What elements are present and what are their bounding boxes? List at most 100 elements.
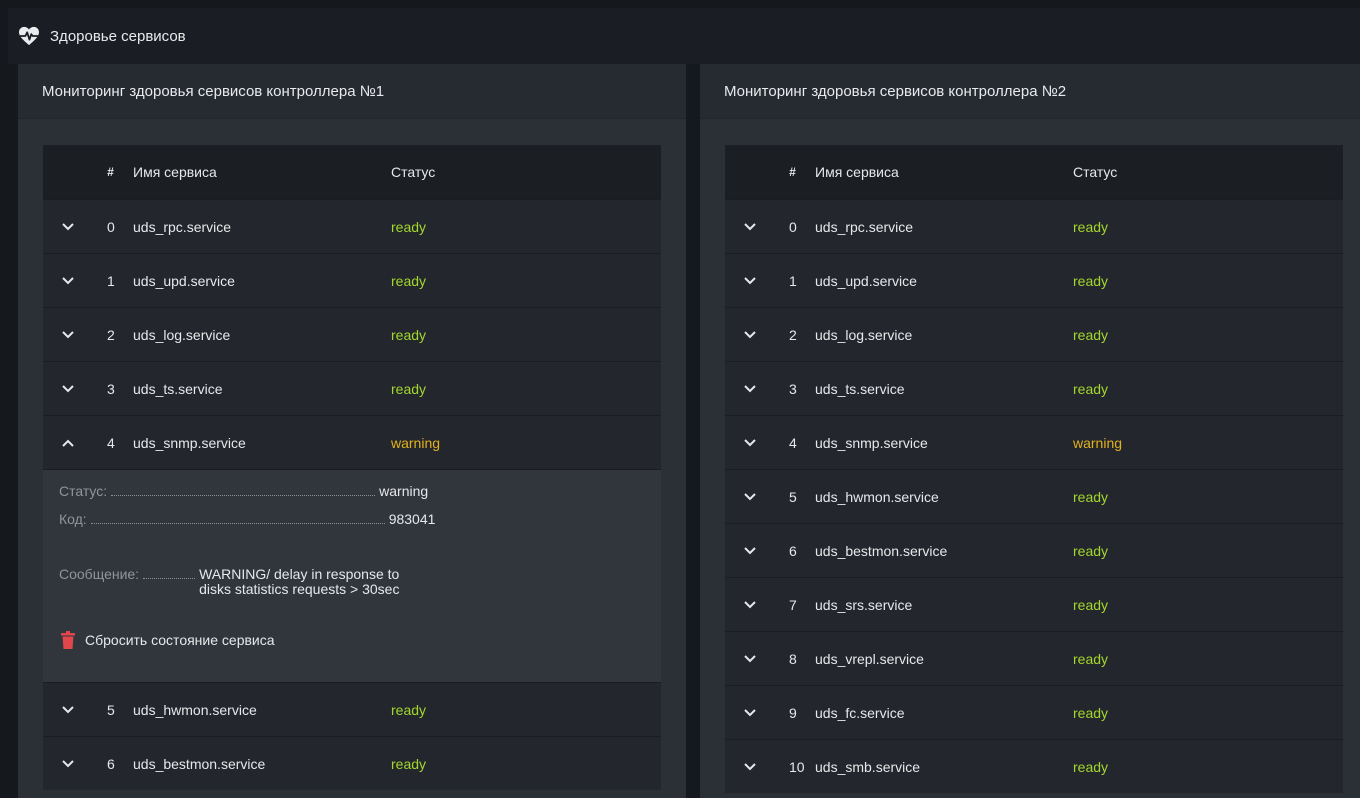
chevron-down-icon[interactable] <box>725 384 775 393</box>
chevron-down-icon[interactable] <box>725 276 775 285</box>
row-status: ready <box>1073 542 1109 559</box>
row-status: ready <box>391 218 427 235</box>
row-service-name: uds_bestmon.service <box>815 542 948 559</box>
column-header-name: Имя сервиса <box>133 164 217 180</box>
table-row[interactable]: 7 uds_srs.service ready <box>725 577 1343 631</box>
trash-icon <box>61 631 75 649</box>
controller-2-panel: Мониторинг здоровья сервисов контроллера… <box>700 64 1360 798</box>
row-number: 4 <box>789 434 797 451</box>
chevron-down-icon[interactable] <box>725 708 775 717</box>
column-header-status: Статус <box>391 164 436 180</box>
page-title: Здоровье сервисов <box>50 27 186 45</box>
chevron-down-icon[interactable] <box>725 438 775 447</box>
row-number: 2 <box>789 326 797 343</box>
top-bar: Здоровье сервисов <box>8 8 1360 64</box>
table-row[interactable]: 4 uds_snmp.service warning <box>725 415 1343 469</box>
chevron-down-icon[interactable] <box>725 492 775 501</box>
chevron-down-icon[interactable] <box>725 654 775 663</box>
row-service-name: uds_upd.service <box>815 272 917 289</box>
row-service-name: uds_log.service <box>815 326 913 343</box>
chevron-down-icon[interactable] <box>725 600 775 609</box>
chevron-down-icon[interactable] <box>43 384 93 393</box>
row-service-name: uds_smb.service <box>815 758 921 775</box>
row-service-name: uds_rpc.service <box>815 218 914 235</box>
app-root: Здоровье сервисов Мониторинг здоровья се… <box>0 0 1360 798</box>
reset-service-label: Сбросить состояние сервиса <box>85 632 275 648</box>
chevron-down-icon[interactable] <box>43 759 93 768</box>
table-row[interactable]: 10 uds_smb.service ready <box>725 739 1343 793</box>
table-row[interactable]: 0 uds_rpc.service ready <box>43 199 661 253</box>
table-row[interactable]: 8 uds_vrepl.service ready <box>725 631 1343 685</box>
services-table: # Имя сервиса Статус 0 uds_rpc.service rea… <box>43 145 661 790</box>
row-status: warning <box>1073 434 1123 451</box>
row-number: 5 <box>107 701 115 718</box>
table-row[interactable]: 3 uds_ts.service ready <box>725 361 1343 415</box>
row-service-name: uds_hwmon.service <box>133 701 257 718</box>
row-service-name: uds_log.service <box>133 326 231 343</box>
detail-message-value: WARNING/ delay in response to disks stat… <box>199 566 400 597</box>
row-number: 0 <box>789 218 797 235</box>
chevron-down-icon[interactable] <box>43 222 93 231</box>
table-row[interactable]: 3 uds_ts.service ready <box>43 361 661 415</box>
reset-service-button[interactable]: Сбросить состояние сервиса <box>61 631 275 649</box>
table-row[interactable]: 9 uds_fc.service ready <box>725 685 1343 739</box>
row-status: ready <box>391 755 427 772</box>
row-number: 2 <box>107 326 115 343</box>
row-number: 1 <box>107 272 115 289</box>
detail-status-value: warning <box>379 483 429 499</box>
table-row[interactable]: 0 uds_rpc.service ready <box>725 199 1343 253</box>
table-header: # Имя сервиса Статус <box>43 145 661 199</box>
heart-pulse-icon <box>19 26 39 46</box>
detail-status-label: Статус: <box>59 483 108 499</box>
row-number: 6 <box>789 542 797 559</box>
panel-title: Мониторинг здоровья сервисов контроллера… <box>700 64 1360 119</box>
rows-group: 0 uds_rpc.service ready 1 uds_upd.service rea… <box>43 199 661 415</box>
row-status: ready <box>391 701 427 718</box>
detail-code-value: 983041 <box>388 511 436 527</box>
chevron-down-icon[interactable] <box>725 762 775 771</box>
row-status: ready <box>1073 218 1109 235</box>
chevron-down-icon[interactable] <box>725 546 775 555</box>
row-status: ready <box>391 326 427 343</box>
row-service-name: uds_ts.service <box>815 380 905 397</box>
table-header: # Имя сервиса Статус <box>725 145 1343 199</box>
table-row[interactable]: 5 uds_hwmon.service ready <box>43 682 661 736</box>
panel-title: Мониторинг здоровья сервисов контроллера… <box>18 64 686 119</box>
row-service-name: uds_fc.service <box>815 704 905 721</box>
chevron-up-icon[interactable] <box>43 439 93 447</box>
row-status: ready <box>1073 380 1109 397</box>
row-number: 3 <box>107 380 115 397</box>
detail-code-label: Код: <box>59 511 87 527</box>
row-status: ready <box>391 272 427 289</box>
row-service-name: uds_ts.service <box>133 380 223 397</box>
chevron-down-icon[interactable] <box>43 276 93 285</box>
chevron-down-icon[interactable] <box>43 705 93 714</box>
table-row[interactable]: 6 uds_bestmon.service ready <box>725 523 1343 577</box>
table-row[interactable]: 2 uds_log.service ready <box>43 307 661 361</box>
rows-group: 0 uds_rpc.service ready 1 uds_upd.service rea… <box>725 199 1343 793</box>
table-row[interactable]: 5 uds_hwmon.service ready <box>725 469 1343 523</box>
table-row[interactable]: 6 uds_bestmon.service ready <box>43 736 661 790</box>
chevron-down-icon[interactable] <box>725 330 775 339</box>
detail-status: Статус: warning <box>59 483 428 499</box>
row-number: 4 <box>107 434 115 451</box>
row-service-name: uds_hwmon.service <box>815 488 939 505</box>
row-status: ready <box>1073 272 1109 289</box>
table-row-expanded[interactable]: 4 uds_snmp.service warning <box>43 415 661 469</box>
row-number: 5 <box>789 488 797 505</box>
table-row[interactable]: 1 uds_upd.service ready <box>725 253 1343 307</box>
row-status: ready <box>1073 704 1109 721</box>
row-status: ready <box>1073 596 1109 613</box>
row-number: 9 <box>789 704 797 721</box>
row-number: 3 <box>789 380 797 397</box>
row-status: ready <box>1073 326 1109 343</box>
row-number: 0 <box>107 218 115 235</box>
column-header-status: Статус <box>1073 164 1118 180</box>
row-service-name: uds_snmp.service <box>815 434 928 451</box>
controller-1-panel: Мониторинг здоровья сервисов контроллера… <box>18 64 686 798</box>
table-row[interactable]: 2 uds_log.service ready <box>725 307 1343 361</box>
chevron-down-icon[interactable] <box>725 222 775 231</box>
table-row[interactable]: 1 uds_upd.service ready <box>43 253 661 307</box>
chevron-down-icon[interactable] <box>43 330 93 339</box>
row-status: warning <box>391 434 441 451</box>
